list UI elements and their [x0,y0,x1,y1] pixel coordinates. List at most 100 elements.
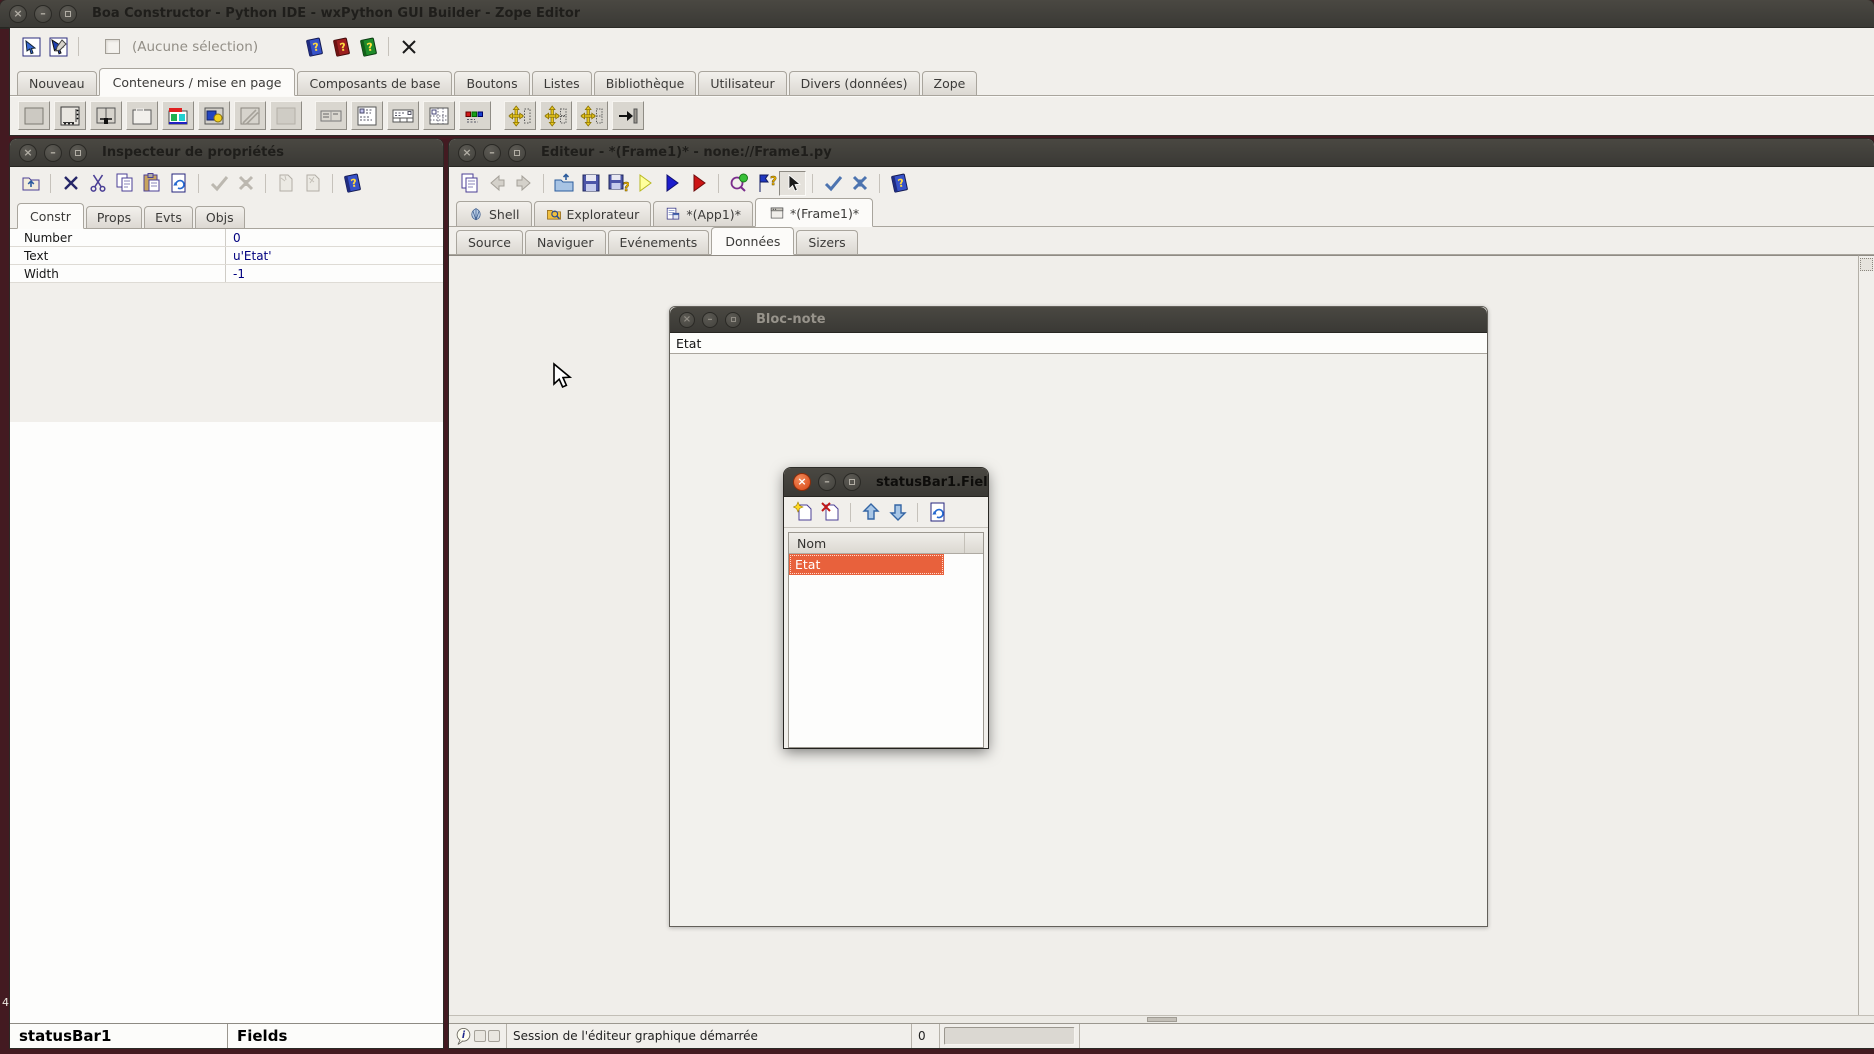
field-list-header[interactable]: Nom [789,533,983,554]
field-list-row[interactable]: Etat [789,554,944,575]
inspect-icon[interactable] [725,171,752,196]
open-icon[interactable] [550,171,577,196]
copy-icon[interactable] [111,171,138,196]
flex-grid-sizer-icon[interactable] [576,101,608,130]
copy-page-icon[interactable] [456,171,483,196]
property-value[interactable]: -1 [225,265,443,282]
subtab-evenements[interactable]: Evénements [608,230,710,254]
spacer-icon[interactable] [612,101,644,130]
close-icon[interactable]: × [19,144,37,162]
parent-up-icon[interactable] [17,171,44,196]
tab-evts[interactable]: Evts [144,206,193,228]
pointer-select-icon[interactable] [779,171,806,196]
close-icon[interactable]: × [458,144,476,162]
splitter-window-icon[interactable] [90,101,122,130]
tab-explorateur[interactable]: Explorateur [534,201,652,226]
tab-utilisateur[interactable]: Utilisateur [698,71,786,95]
close-icon[interactable]: × [793,473,811,491]
tab-objs[interactable]: Objs [195,206,245,228]
delete-field-icon[interactable] [817,500,844,525]
statusbar-field-preview[interactable]: Etat [670,333,1487,354]
explorer-icon [546,206,562,222]
minimize-icon[interactable]: – [34,5,52,23]
tab-bibliotheque[interactable]: Bibliothèque [594,71,697,95]
maximize-icon[interactable] [59,5,77,23]
status-bar-icon[interactable] [387,101,419,130]
subtab-donnees[interactable]: Données [711,227,794,255]
help-book-icon[interactable]: ? [886,171,913,196]
confirm-icon[interactable] [819,171,846,196]
close-icon[interactable]: × [9,5,27,23]
tab-scroll-button[interactable] [1860,258,1873,271]
subtab-naviguer[interactable]: Naviguer [525,230,606,254]
move-down-icon[interactable] [884,500,911,525]
notebook-icon[interactable] [162,101,194,130]
tab-app1[interactable]: *(App1)* [653,201,753,226]
tab-boutons[interactable]: Boutons [454,71,529,95]
help-book-green-icon[interactable]: ? [355,34,382,59]
tab-frame1[interactable]: *(Frame1)* [755,198,873,227]
run-red-icon[interactable] [685,171,712,196]
run-blue-icon[interactable] [658,171,685,196]
grid-sizer-icon[interactable] [540,101,572,130]
minimize-icon[interactable]: – [483,144,501,162]
help-book-icon[interactable]: ? [339,171,366,196]
maximize-icon[interactable] [69,144,87,162]
paste-icon[interactable] [138,171,165,196]
cancel-icon[interactable] [846,171,873,196]
tab-constr[interactable]: Constr [17,203,84,229]
horizontal-scrollbar[interactable] [449,1015,1874,1023]
property-name: Number [10,231,225,245]
static-box-icon[interactable] [126,101,158,130]
blank-panel-icon[interactable] [270,101,302,130]
scrolled-window-icon[interactable] [54,101,86,130]
delete-icon[interactable] [57,171,84,196]
editor-subtab-bar: Source Naviguer Evénements Données Sizer… [449,227,1874,255]
field-list: Nom Etat [788,532,984,748]
subtab-sizers[interactable]: Sizers [796,230,857,254]
run-yellow-icon[interactable] [631,171,658,196]
property-value[interactable]: 0 [225,229,443,246]
tab-zope[interactable]: Zope [922,71,978,95]
image-list-icon[interactable] [459,101,491,130]
debug-help-icon[interactable]: ? [752,171,779,196]
tab-nouveau[interactable]: Nouveau [17,71,97,95]
close-view-icon[interactable] [395,34,422,59]
main-toolbar: (Aucune sélection) ? ? ? [10,28,1874,65]
mdi-frame-icon[interactable] [198,101,230,130]
new-field-icon[interactable] [790,500,817,525]
tab-listes[interactable]: Listes [532,71,592,95]
tab-composants-de-base[interactable]: Composants de base [297,71,452,95]
maximize-icon[interactable] [508,144,526,162]
selection-checkbox[interactable] [105,39,120,54]
tab-props[interactable]: Props [86,206,142,228]
save-icon[interactable] [577,171,604,196]
cut-icon[interactable] [84,171,111,196]
tab-divers-donnees[interactable]: Divers (données) [789,71,920,95]
tab-conteneurs[interactable]: Conteneurs / mise en page [99,68,296,96]
grid-panel-icon[interactable] [423,101,455,130]
status-toggle-button[interactable] [474,1030,486,1042]
status-toggle-button[interactable] [488,1030,500,1042]
help-book-red-icon[interactable]: ? [328,34,355,59]
save-as-help-icon[interactable]: ? [604,171,631,196]
move-up-icon[interactable] [857,500,884,525]
frame-designer-icon[interactable] [18,34,45,59]
post-icon[interactable] [165,171,192,196]
data-view-designer-icon[interactable] [45,34,72,59]
subtab-source[interactable]: Source [456,230,523,254]
list-panel-icon[interactable] [351,101,383,130]
tab-shell[interactable]: Shell [456,201,532,226]
help-book-blue-icon[interactable]: ? [301,34,328,59]
scrollbar-thumb[interactable] [1147,1017,1177,1022]
panel-icon[interactable] [18,101,50,130]
property-value[interactable]: u'Etat' [225,247,443,264]
refresh-field-icon[interactable] [924,500,951,525]
minimize-icon[interactable]: – [818,473,836,491]
maximize-icon[interactable] [843,473,861,491]
static-line-panel-icon[interactable] [234,101,266,130]
toolbar-icon[interactable] [315,101,347,130]
box-sizer-icon[interactable] [504,101,536,130]
property-row: Number 0 [10,229,443,247]
minimize-icon[interactable]: – [44,144,62,162]
